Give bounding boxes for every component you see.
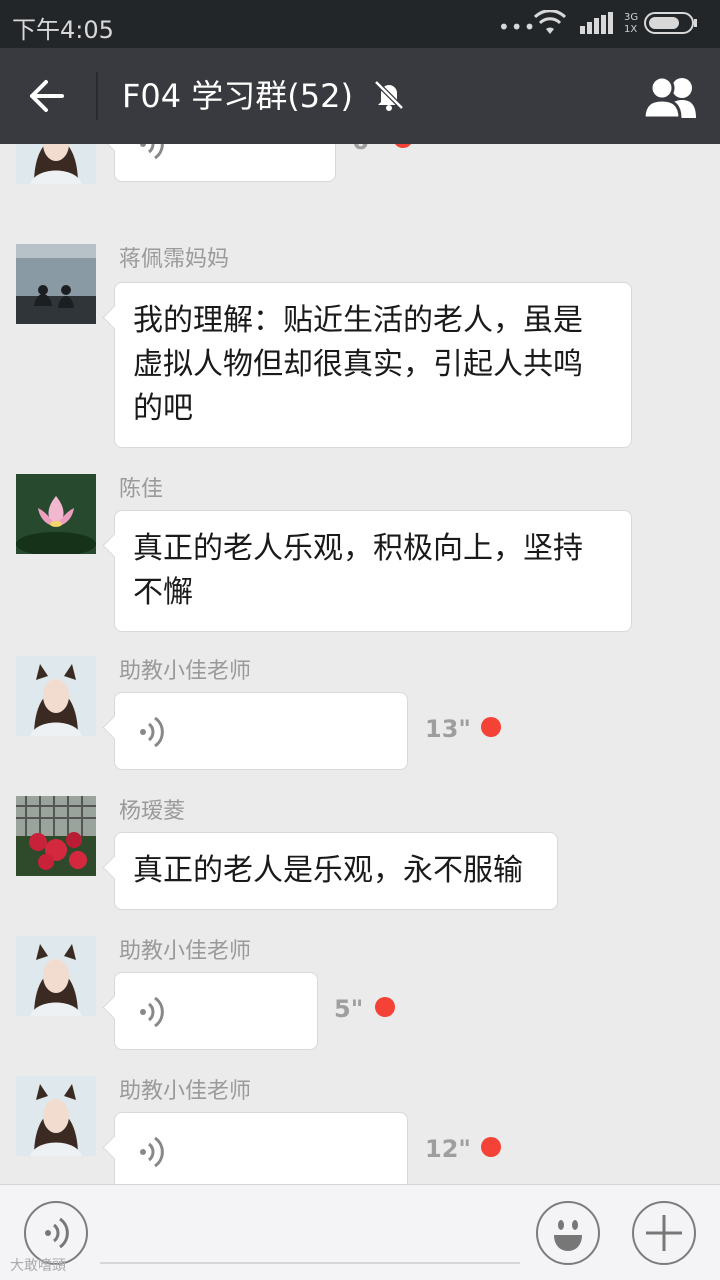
wifi-icon (534, 10, 566, 34)
voice-message-bubble[interactable] (114, 972, 318, 1050)
girl-avatar (16, 656, 96, 736)
voice-duration: 6" (352, 144, 381, 156)
watermark-text: 大敢嗜頭 (10, 1258, 66, 1274)
status-icons: ••• 3G 1X (498, 10, 708, 38)
unread-dot (481, 1137, 501, 1157)
status-time: 下午4:05 (12, 16, 114, 44)
message-line: 真正的老人乐观，积极向上，坚持 (133, 531, 583, 566)
network-sub: 1X (624, 24, 638, 35)
group-members-icon (642, 75, 696, 120)
sender-name: 陈佳 (119, 477, 164, 502)
sender-name: 助教小佳老师 (119, 1079, 252, 1104)
flowers-avatar (16, 796, 96, 876)
voice-message-bubble[interactable] (114, 144, 336, 182)
avatar[interactable] (16, 144, 96, 184)
avatar[interactable] (16, 244, 96, 324)
girl-avatar (16, 1076, 96, 1156)
message-line: 真正的老人是乐观，永不服输 (133, 853, 523, 888)
back-button[interactable] (22, 74, 74, 118)
plus-icon (646, 1215, 682, 1251)
group-members-button[interactable] (640, 74, 704, 120)
sender-name: 助教小佳老师 (119, 939, 252, 964)
avatar[interactable] (16, 796, 96, 876)
voice-wave-icon (140, 716, 164, 748)
lotus-avatar (16, 474, 96, 554)
sender-name: 杨瑷菱 (119, 799, 186, 824)
voice-duration: 5" (334, 995, 364, 1023)
girl-avatar (16, 144, 96, 184)
voice-wave-icon (140, 996, 164, 1028)
sender-name: 蒋佩霈妈妈 (119, 247, 230, 272)
sender-name: 助教小佳老师 (119, 659, 252, 684)
signal-icon (580, 12, 613, 34)
unread-dot (393, 144, 413, 148)
chat-message-list[interactable]: 6" 蒋佩霈妈妈 我的理解：贴近生活的老人，虽是 虚拟人物但却很真实，引起人共鸣… (0, 144, 720, 1184)
voice-input-icon (45, 1217, 69, 1249)
avatar[interactable] (16, 936, 96, 1016)
smiley-icon (554, 1220, 582, 1251)
text-message-bubble[interactable]: 真正的老人是乐观，永不服输 (114, 832, 558, 910)
input-bar: 大敢嗜頭 (0, 1184, 720, 1280)
voice-wave-icon (140, 144, 164, 160)
voice-duration: 12" (425, 1135, 471, 1163)
more-dots-icon: ••• (498, 15, 537, 39)
voice-wave-icon (140, 1136, 164, 1168)
emoji-button[interactable] (536, 1201, 600, 1265)
header-divider (96, 72, 98, 120)
text-message-bubble[interactable]: 真正的老人乐观，积极向上，坚持 不懈 (114, 510, 632, 632)
voice-message-bubble[interactable] (114, 692, 408, 770)
voice-duration: 13" (425, 715, 471, 743)
chat-title: F04 学习群(52) (122, 77, 353, 115)
bell-off-icon (374, 80, 404, 111)
voice-message-bubble[interactable] (114, 1112, 408, 1184)
message-line: 的吧 (133, 391, 193, 426)
message-line: 虚拟人物但却很真实，引起人共鸣 (133, 347, 583, 382)
message-line: 我的理解：贴近生活的老人，虽是 (133, 303, 583, 338)
girl-avatar (16, 936, 96, 1016)
more-plus-button[interactable] (632, 1201, 696, 1265)
unread-dot (375, 997, 395, 1017)
message-line: 不懈 (133, 575, 193, 610)
avatar[interactable] (16, 474, 96, 554)
status-bar: 下午4:05 ••• 3G 1X (0, 0, 720, 48)
chat-header: F04 学习群(52) (0, 48, 720, 144)
arrow-left-icon (30, 80, 64, 112)
avatar[interactable] (16, 1076, 96, 1156)
text-message-bubble[interactable]: 我的理解：贴近生活的老人，虽是 虚拟人物但却很真实，引起人共鸣 的吧 (114, 282, 632, 448)
avatar[interactable] (16, 656, 96, 736)
text-input-underline[interactable] (100, 1262, 520, 1264)
lake-photo-avatar (16, 244, 96, 324)
network-type: 3G (624, 12, 639, 23)
battery-icon (644, 12, 697, 34)
unread-dot (481, 717, 501, 737)
